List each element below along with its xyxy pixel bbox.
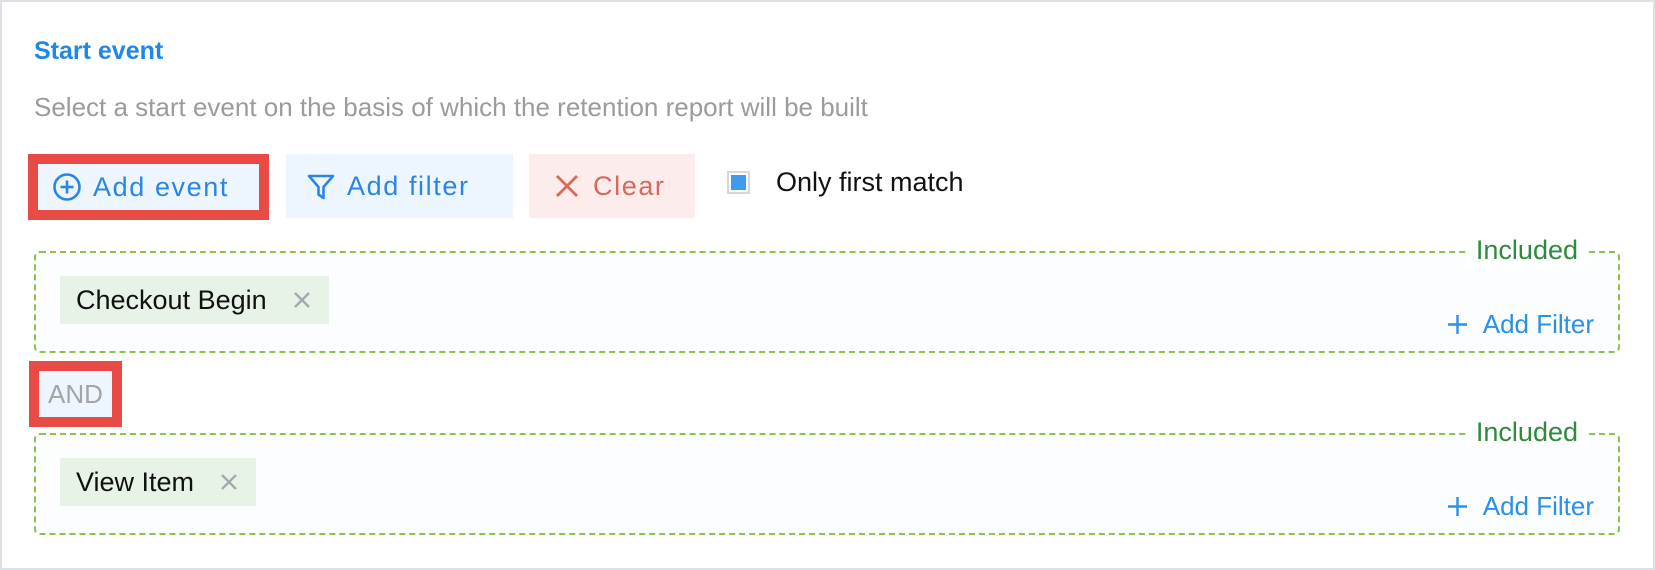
- add-filter-link-label: Add Filter: [1482, 309, 1594, 339]
- section-title: Start event: [34, 37, 164, 65]
- section-description: Select a start event on the basis of whi…: [34, 92, 868, 122]
- group-add-filter-link[interactable]: Add Filter: [1447, 309, 1594, 340]
- checkbox-checked[interactable]: [727, 170, 750, 194]
- plus-icon: [1447, 497, 1467, 516]
- close-icon: [552, 171, 582, 201]
- included-tag: Included: [1465, 233, 1588, 267]
- add-filter-button[interactable]: Add filter: [286, 154, 513, 218]
- close-icon[interactable]: [293, 291, 311, 309]
- only-first-match-checkbox[interactable]: Only first match: [727, 167, 964, 197]
- event-chip: Checkout Begin: [60, 276, 329, 324]
- add-filter-label: Add filter: [347, 170, 470, 201]
- plus-icon: [1447, 315, 1467, 334]
- add-event-button[interactable]: Add event: [38, 164, 259, 210]
- event-group: Included Checkout Begin Add Filter: [34, 233, 1620, 353]
- plus-circle-icon: [52, 172, 82, 202]
- event-chip-label: View Item: [76, 466, 195, 497]
- add-event-label: Add event: [93, 171, 229, 202]
- event-group: Included View Item Add Filter: [34, 415, 1620, 535]
- clear-label: Clear: [593, 170, 666, 201]
- and-connector[interactable]: AND: [39, 371, 112, 417]
- group-add-filter-link[interactable]: Add Filter: [1447, 491, 1594, 522]
- add-filter-link-label: Add Filter: [1482, 491, 1594, 521]
- event-chip: View Item: [60, 458, 257, 506]
- only-first-match-label: Only first match: [776, 167, 964, 197]
- funnel-icon: [306, 171, 336, 201]
- event-chip-label: Checkout Begin: [76, 284, 267, 315]
- clear-button[interactable]: Clear: [529, 154, 695, 218]
- included-tag: Included: [1465, 415, 1588, 449]
- close-icon[interactable]: [220, 473, 238, 491]
